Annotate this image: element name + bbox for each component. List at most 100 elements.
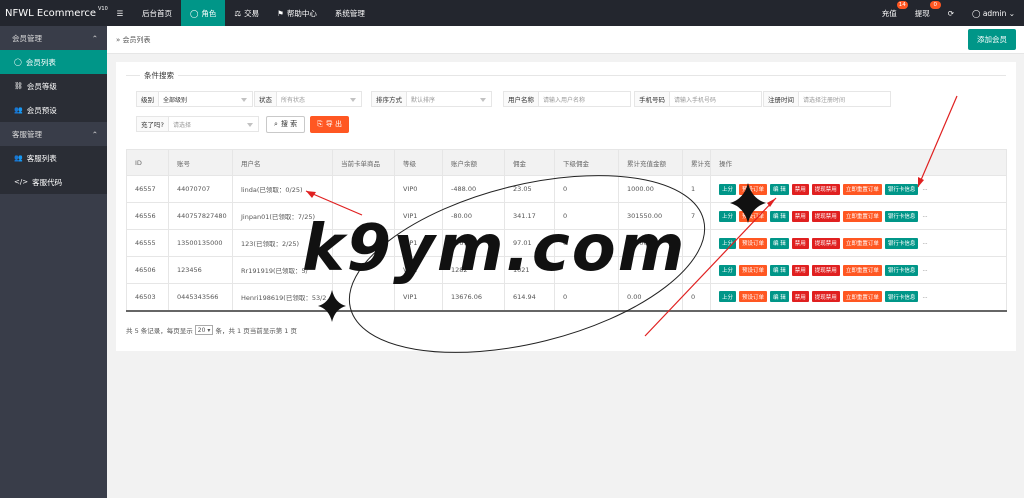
- col-balance[interactable]: 账户余额: [442, 149, 505, 176]
- topup-button[interactable]: 上分: [719, 183, 737, 195]
- nav-trade[interactable]: ⚖ 交易: [225, 0, 268, 26]
- regtime-input[interactable]: 请选择注册时间: [799, 91, 891, 107]
- edit-button[interactable]: 编 辑: [770, 183, 789, 195]
- level-select[interactable]: 全部级别: [159, 91, 253, 107]
- withdraw-disable-button[interactable]: 提现禁用: [811, 291, 840, 303]
- pager-suffix: 条，共 1 页当前显示第 1 页: [215, 327, 297, 335]
- more-button[interactable]: ...: [921, 265, 928, 276]
- edit-button[interactable]: 编 辑: [770, 291, 789, 303]
- cell-level: VIP1: [394, 283, 443, 312]
- bank-info-button[interactable]: 银行卡信息: [884, 237, 919, 249]
- sidebar-group-service[interactable]: 客服管理 ⌃: [0, 122, 107, 146]
- edit-button[interactable]: 编 辑: [770, 264, 789, 276]
- col-commission[interactable]: 佣金: [504, 149, 555, 176]
- topup-button[interactable]: 上分: [719, 210, 737, 222]
- sidebar-item-member-level[interactable]: ⛓ 会员等级: [0, 74, 107, 98]
- col-recharge-count[interactable]: 累计充值: [682, 149, 711, 176]
- user-icon: ◯: [14, 58, 22, 66]
- username-label: 用户名称: [503, 91, 539, 107]
- disable-button[interactable]: 禁用: [791, 183, 809, 195]
- withdraw-label: 提现: [914, 8, 930, 18]
- more-button[interactable]: ...: [921, 238, 928, 249]
- edit-button[interactable]: 编 辑: [770, 210, 789, 222]
- preset-order-button[interactable]: 预设订单: [739, 291, 768, 303]
- phone-label: 手机号码: [634, 91, 670, 107]
- col-id[interactable]: ID: [126, 149, 169, 176]
- status-label: 状态: [254, 91, 277, 107]
- cell-count: [682, 229, 711, 257]
- col-account[interactable]: 账号: [168, 149, 233, 176]
- nav-role-label: 角色: [201, 8, 217, 18]
- cell-count: 0: [682, 283, 711, 312]
- nav-help[interactable]: ⚑ 帮助中心: [268, 0, 326, 26]
- preset-order-button[interactable]: 预设订单: [739, 183, 768, 195]
- topup-button[interactable]: 上分: [719, 291, 737, 303]
- sidebar-group-label: 会员管理: [12, 33, 42, 43]
- more-button[interactable]: ...: [921, 291, 928, 302]
- col-card[interactable]: 当前卡单商品: [332, 149, 395, 176]
- nav-system[interactable]: 系统管理: [326, 0, 374, 26]
- disable-button[interactable]: 禁用: [791, 210, 809, 222]
- cell-balance: -488.00: [442, 175, 505, 203]
- table-row: 46557 44070707 linda(已领取：0/25) VIP0 -488.00 2…: [126, 175, 1007, 203]
- disable-button[interactable]: 禁用: [791, 237, 809, 249]
- main-card: 条件搜索 级别 全部级别 状态 所有状态 排序方式 默认排序 用户名称 请输入用…: [116, 62, 1016, 351]
- col-level[interactable]: 等级: [394, 149, 443, 176]
- edit-button[interactable]: 编 辑: [770, 237, 789, 249]
- nav-home[interactable]: 后台首页: [133, 0, 181, 26]
- username-filter: 用户名称 请输入用户名称: [503, 91, 631, 107]
- withdraw-link[interactable]: 提现 0: [906, 0, 941, 26]
- username-input[interactable]: 请输入用户名称: [539, 91, 631, 107]
- menu-icon[interactable]: ☰: [107, 0, 133, 26]
- phone-input[interactable]: 请输入手机号码: [670, 91, 762, 107]
- sidebar-item-service-code[interactable]: </> 客服代码: [0, 170, 107, 194]
- add-member-button[interactable]: 添加会员: [968, 29, 1016, 50]
- col-sub-commission[interactable]: 下级佣金: [554, 149, 619, 176]
- preset-order-button[interactable]: 预设订单: [739, 210, 768, 222]
- status-select[interactable]: 所有状态: [277, 91, 362, 107]
- reset-order-button[interactable]: 立即重置订单: [842, 183, 882, 195]
- more-button[interactable]: ...: [921, 211, 928, 222]
- topup-button[interactable]: 上分: [719, 264, 737, 276]
- sidebar-item-member-preset[interactable]: 👥 会员预设: [0, 98, 107, 122]
- recharge-link[interactable]: 充值 14: [873, 0, 908, 26]
- sidebar-item-label: 会员预设: [26, 105, 57, 115]
- export-button[interactable]: ⎘ 导 出: [310, 115, 349, 133]
- search-button[interactable]: ⌕ 搜 索: [266, 115, 306, 133]
- sidebar-item-service-list[interactable]: 👥 客服列表: [0, 146, 107, 170]
- withdraw-disable-button[interactable]: 提现禁用: [811, 210, 840, 222]
- topup-button[interactable]: 上分: [719, 237, 737, 249]
- refresh-icon[interactable]: ⟳: [939, 0, 963, 26]
- page-size-value: 20: [197, 326, 206, 334]
- withdraw-disable-button[interactable]: 提现禁用: [811, 264, 840, 276]
- search-button-label: 搜 索: [280, 120, 298, 128]
- sidebar-group-members[interactable]: 会员管理 ⌃: [0, 26, 107, 50]
- preset-order-button[interactable]: 预设订单: [739, 264, 768, 276]
- top-right: 充值 14 提现 0 ⟳ ◯ admin ⌄: [873, 0, 1024, 26]
- status-filter: 状态 所有状态: [254, 91, 362, 107]
- disable-button[interactable]: 禁用: [791, 291, 809, 303]
- more-button[interactable]: ...: [921, 184, 928, 195]
- reset-order-button[interactable]: 立即重置订单: [842, 264, 882, 276]
- sidebar-item-member-list[interactable]: ◯ 会员列表: [0, 50, 107, 74]
- withdraw-disable-button[interactable]: 提现禁用: [811, 237, 840, 249]
- col-total-recharge[interactable]: 累计充值金额: [618, 149, 683, 176]
- user-menu[interactable]: ◯ admin ⌄: [963, 0, 1024, 26]
- nav-role[interactable]: ◯ 角色: [181, 0, 226, 26]
- sort-select[interactable]: 默认排序: [407, 91, 492, 107]
- preset-order-button[interactable]: 预设订单: [739, 237, 768, 249]
- bank-info-button[interactable]: 银行卡信息: [884, 210, 919, 222]
- col-username[interactable]: 用户名: [232, 149, 333, 176]
- disable-button[interactable]: 禁用: [791, 264, 809, 276]
- bank-info-button[interactable]: 银行卡信息: [884, 291, 919, 303]
- reset-order-button[interactable]: 立即重置订单: [842, 291, 882, 303]
- bank-info-button[interactable]: 银行卡信息: [884, 264, 919, 276]
- charged-select[interactable]: 请选择: [168, 116, 259, 132]
- page-size-select[interactable]: 20 ▾: [194, 325, 214, 335]
- withdraw-disable-button[interactable]: 提现禁用: [811, 183, 840, 195]
- reset-order-button[interactable]: 立即重置订单: [842, 237, 882, 249]
- bank-info-button[interactable]: 银行卡信息: [884, 183, 919, 195]
- cell-account: 123456: [168, 256, 233, 284]
- reset-order-button[interactable]: 立即重置订单: [842, 210, 882, 222]
- app-logo[interactable]: NFWL Ecommerce V10: [0, 0, 108, 26]
